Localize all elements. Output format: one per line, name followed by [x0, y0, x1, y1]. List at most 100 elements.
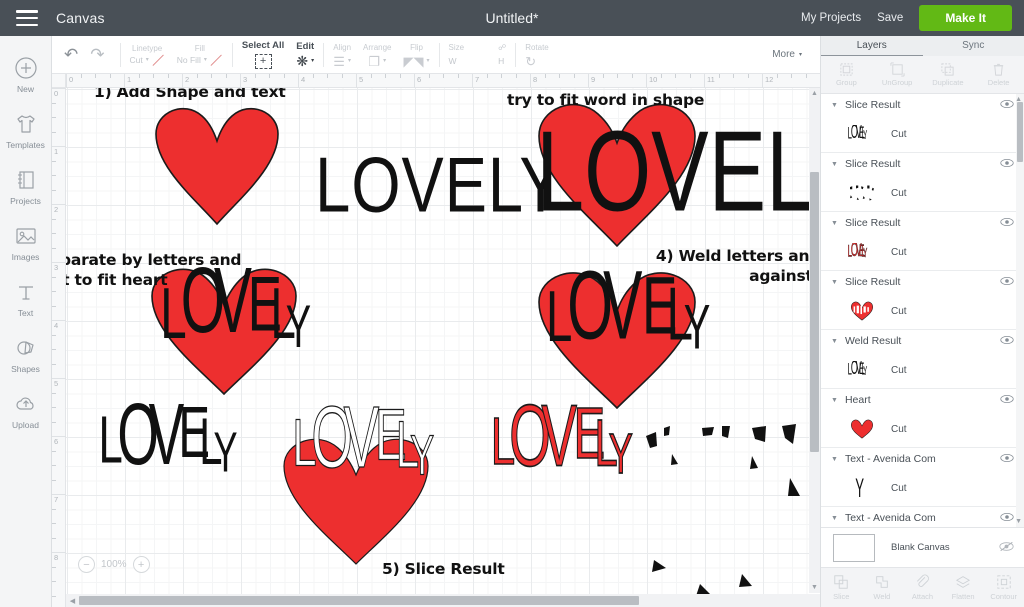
sidebar-item-new[interactable]: New: [0, 46, 52, 102]
align-group[interactable]: Align ☰ ▾: [327, 36, 357, 74]
chevron-down-icon[interactable]: ▼: [831, 456, 838, 463]
layer-row[interactable]: Cut: [821, 411, 1024, 447]
flatten-button[interactable]: Flatten: [943, 574, 984, 601]
scroll-up-arrow-icon[interactable]: ▲: [809, 90, 820, 97]
sidebar-item-upload[interactable]: Upload: [0, 382, 52, 438]
zoom-out-button[interactable]: −: [78, 556, 95, 573]
eye-icon[interactable]: [1000, 450, 1014, 468]
tab-sync[interactable]: Sync: [923, 36, 1024, 56]
eye-off-icon[interactable]: [999, 539, 1014, 557]
chevron-down-icon[interactable]: ▼: [831, 102, 838, 109]
layer-group[interactable]: ▼ Text - Avenida Com Y Cut: [821, 448, 1024, 507]
eye-icon[interactable]: [1000, 509, 1014, 527]
chevron-down-icon[interactable]: ▼: [831, 338, 838, 345]
layer-header[interactable]: ▼ Slice Result: [821, 153, 1024, 175]
chevron-down-icon[interactable]: ▼: [831, 220, 838, 227]
size-height-field[interactable]: H: [498, 55, 504, 67]
eye-icon[interactable]: [1000, 391, 1014, 409]
artwork-step1[interactable]: LOVELY: [155, 107, 563, 228]
canvas-label[interactable]: Canvas: [56, 10, 105, 26]
eye-icon[interactable]: [1000, 155, 1014, 173]
eye-icon[interactable]: [1000, 214, 1014, 232]
rotate-group[interactable]: Rotate ↻: [519, 36, 555, 74]
chevron-down-icon[interactable]: ▼: [831, 161, 838, 168]
scroll-left-arrow-icon[interactable]: ◀: [66, 597, 79, 605]
layers-scrollbar[interactable]: ▲ ▼: [1015, 94, 1024, 527]
linetype-group[interactable]: Linetype Cut ▾: [124, 36, 171, 74]
flip-icon[interactable]: ◤◥: [404, 55, 424, 68]
sidebar-item-shapes[interactable]: Shapes: [0, 326, 52, 382]
sidebar-item-text[interactable]: Text: [0, 270, 52, 326]
layer-header[interactable]: ▼ Text - Avenida Com: [821, 507, 1024, 527]
arrange-group[interactable]: Arrange ❐ ▾: [357, 36, 397, 74]
duplicate-button[interactable]: Duplicate: [923, 56, 974, 93]
layer-header[interactable]: ▼ Heart: [821, 389, 1024, 411]
layer-header[interactable]: ▼ Text - Avenida Com: [821, 448, 1024, 470]
ungroup-button[interactable]: UnGroup: [872, 56, 923, 93]
design-canvas[interactable]: LOVELY LOVELY L O V E L Y: [52, 74, 820, 607]
eye-icon[interactable]: [1000, 332, 1014, 350]
chevron-down-icon[interactable]: ▼: [831, 515, 838, 522]
chevron-down-icon[interactable]: ▾: [383, 55, 386, 67]
group-button[interactable]: Group: [821, 56, 872, 93]
sidebar-item-templates[interactable]: Templates: [0, 102, 52, 158]
layer-header[interactable]: ▼ Slice Result: [821, 212, 1024, 234]
chevron-down-icon[interactable]: ▾: [427, 55, 430, 67]
size-lock-icon[interactable]: ☍: [498, 42, 506, 53]
contour-button[interactable]: Contour: [983, 574, 1024, 601]
layers-scroll-up-icon[interactable]: ▲: [1015, 96, 1022, 103]
layer-group[interactable]: ▼ Slice Result Cut: [821, 271, 1024, 330]
save-button[interactable]: Save: [877, 12, 903, 24]
slice-button[interactable]: Slice: [821, 574, 862, 601]
layer-row[interactable]: Cut: [821, 293, 1024, 329]
chevron-down-icon[interactable]: ▾: [146, 54, 149, 66]
more-dropdown[interactable]: More ▾: [772, 49, 820, 60]
size-width-field[interactable]: W: [449, 55, 457, 67]
arrange-icon[interactable]: ❐: [368, 55, 380, 68]
layer-header[interactable]: ▼ Slice Result: [821, 271, 1024, 293]
undo-icon[interactable]: ↶: [58, 46, 84, 63]
chevron-down-icon[interactable]: ▾: [204, 54, 207, 66]
edit-scissors-icon[interactable]: ❋: [296, 54, 308, 68]
make-it-button[interactable]: Make It: [919, 5, 1012, 31]
attach-button[interactable]: Attach: [902, 574, 943, 601]
layers-scroll-thumb[interactable]: [1017, 102, 1023, 162]
layer-group[interactable]: ▼ Slice Result LOVELY Cut: [821, 94, 1024, 153]
layer-row[interactable]: LOVELY Cut: [821, 234, 1024, 270]
fill-value[interactable]: No Fill: [177, 54, 201, 66]
select-all-icon[interactable]: +: [254, 54, 272, 69]
fill-swatch-icon[interactable]: [210, 54, 223, 67]
layer-row[interactable]: LOVELY Cut: [821, 352, 1024, 388]
layer-group[interactable]: ▼ Weld Result LOVELY Cut: [821, 330, 1024, 389]
layer-header[interactable]: ▼ Slice Result: [821, 94, 1024, 116]
layer-group[interactable]: ▼ Heart Cut: [821, 389, 1024, 448]
canvas-horizontal-scrollbar[interactable]: ◀: [66, 594, 820, 607]
line-swatch-icon[interactable]: [152, 54, 165, 67]
layer-group[interactable]: ▼ Text - Avenida Com: [821, 507, 1024, 527]
linetype-value[interactable]: Cut: [130, 54, 143, 66]
zoom-in-button[interactable]: +: [132, 556, 150, 573]
layer-header[interactable]: ▼ Weld Result: [821, 330, 1024, 352]
align-icon[interactable]: ☰: [333, 55, 345, 68]
sidebar-item-projects[interactable]: Projects: [0, 158, 52, 214]
sidebar-item-images[interactable]: Images: [0, 214, 52, 270]
delete-button[interactable]: Delete: [973, 56, 1024, 93]
chevron-down-icon[interactable]: ▾: [799, 51, 802, 58]
canvas-artwork[interactable]: LOVELY LOVELY L O V E L Y: [52, 74, 820, 607]
layer-row[interactable]: Cut: [821, 175, 1024, 211]
flip-group[interactable]: Flip ◤◥ ▾: [398, 36, 436, 74]
layer-group[interactable]: ▼ Slice Result LOVELY Cut: [821, 212, 1024, 271]
tab-layers[interactable]: Layers: [821, 36, 923, 56]
blank-canvas-row[interactable]: Blank Canvas: [821, 527, 1024, 567]
select-all-group[interactable]: Select All +: [236, 36, 290, 74]
canvas-vertical-scrollbar[interactable]: ▲ ▼: [809, 88, 820, 593]
chevron-down-icon[interactable]: ▼: [831, 279, 838, 286]
eye-icon[interactable]: [1000, 273, 1014, 291]
vertical-scroll-thumb[interactable]: [810, 172, 819, 452]
artwork-step2[interactable]: LOVELY: [536, 103, 820, 248]
chevron-down-icon[interactable]: ▾: [348, 55, 351, 67]
my-projects-link[interactable]: My Projects: [801, 12, 861, 24]
hamburger-menu-icon[interactable]: [16, 10, 38, 26]
fill-group[interactable]: Fill No Fill ▾: [171, 36, 229, 74]
size-group[interactable]: Size W ☍ H: [443, 36, 513, 74]
